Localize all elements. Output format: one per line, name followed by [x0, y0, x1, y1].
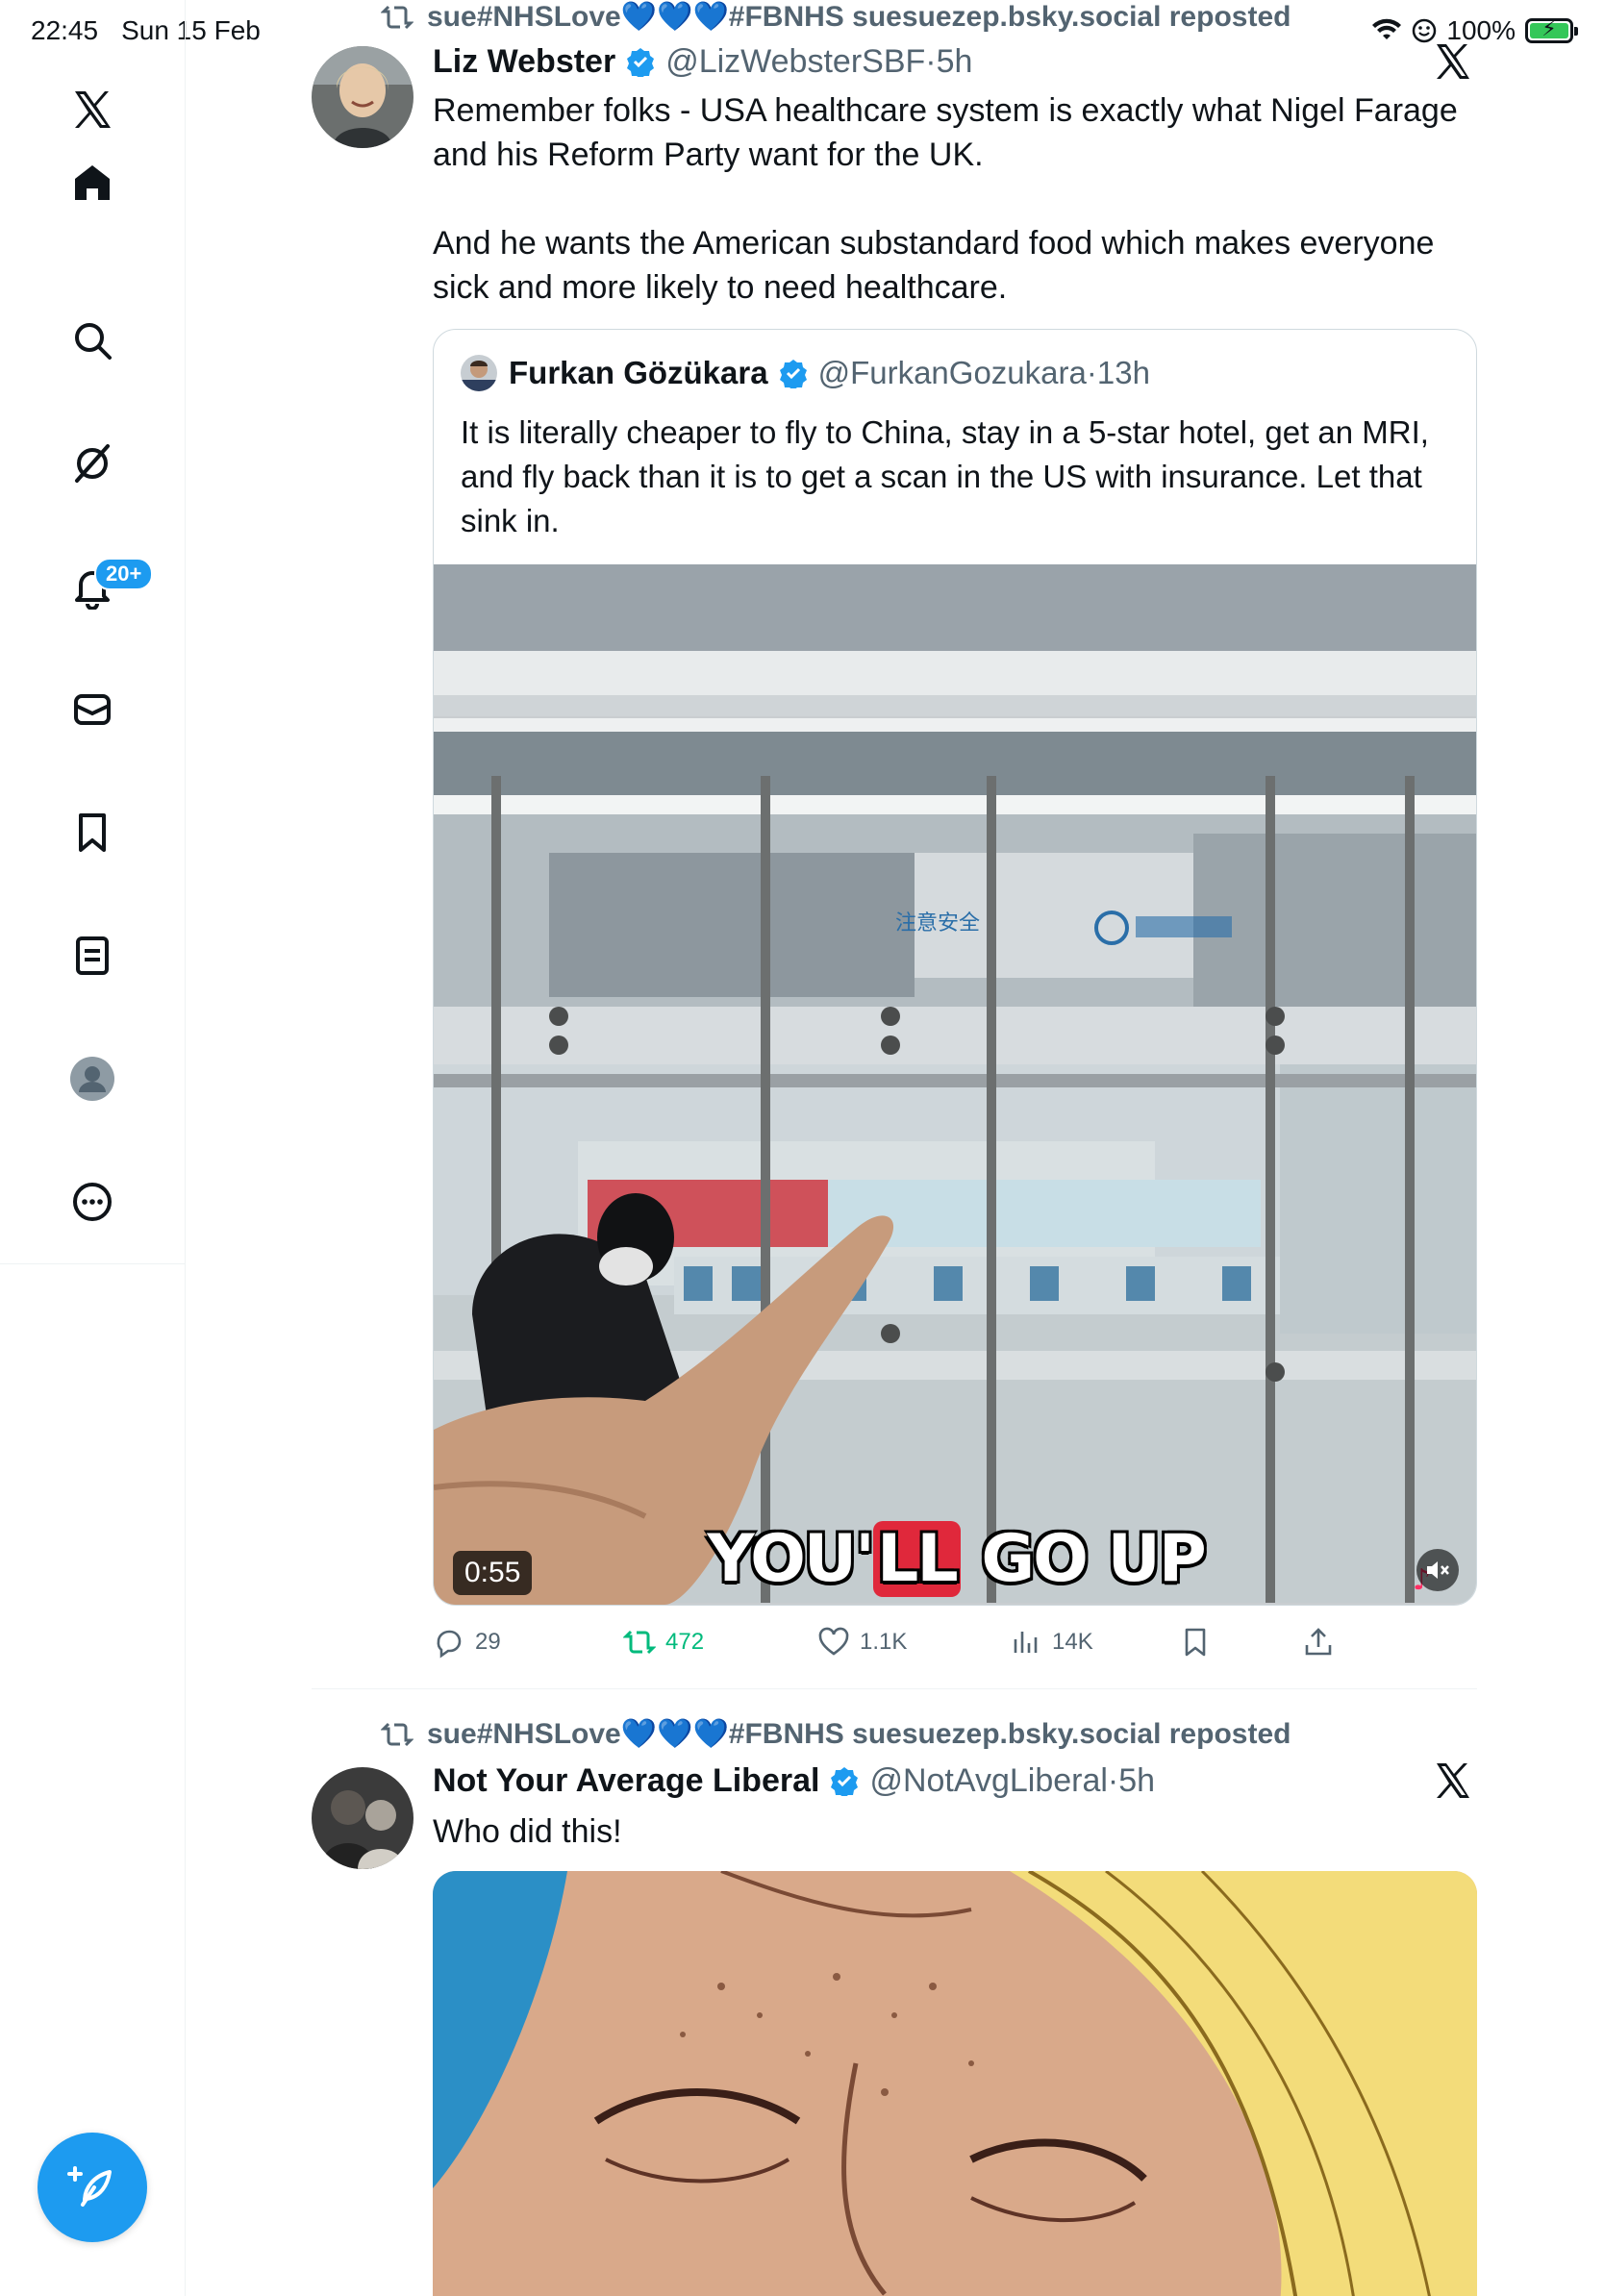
separator-dot: · [1086, 355, 1097, 390]
video-caption: YOU'LL GO UP [707, 1521, 1207, 1597]
heart-icon [818, 1627, 849, 1656]
compose-post-button[interactable] [38, 2133, 147, 2242]
volume-muted-icon [1427, 1561, 1449, 1579]
quote-avatar[interactable] [461, 355, 497, 391]
wifi-icon [1372, 18, 1402, 39]
notification-badge: 20+ [94, 558, 154, 590]
video-duration: 0:55 [453, 1551, 533, 1595]
x-source-icon [1437, 1763, 1469, 1798]
bookmark-icon [79, 813, 106, 852]
sidebar-item-more[interactable] [54, 1163, 131, 1240]
repost-icon [623, 1630, 656, 1655]
sidebar: 20+ [0, 0, 186, 2296]
views-button[interactable]: 14K [1010, 1626, 1093, 1659]
reply-count: 29 [475, 1629, 501, 1655]
analytics-icon [1014, 1632, 1038, 1653]
x-source-icon [1437, 44, 1469, 79]
sidebar-divider [0, 1263, 186, 1264]
like-count: 1.1K [860, 1629, 908, 1655]
battery-icon [1525, 16, 1578, 43]
post-text: Who did this! [433, 1813, 622, 1850]
repost-text: sue#NHSLove💙💙💙#FBNHS suesuezep.bsky.soci… [427, 1718, 1291, 1750]
post-divider [312, 1688, 1477, 1689]
author-handle[interactable]: @NotAvgLiberal [869, 1762, 1107, 1800]
compose-feather-icon [67, 2166, 112, 2207]
sidebar-item-grok[interactable] [54, 425, 131, 502]
post-time[interactable]: 5h [1118, 1762, 1155, 1800]
verified-badge-icon [779, 360, 807, 388]
quoted-post[interactable]: Furkan Gözükara @FurkanGozukara · 13h It… [433, 329, 1477, 1606]
bookmark-icon [1185, 1628, 1206, 1657]
more-circle-icon [73, 1183, 112, 1221]
sidebar-item-explore[interactable] [54, 302, 131, 379]
mute-button[interactable] [1416, 1549, 1459, 1591]
repost-context: sue#NHSLove💙💙💙#FBNHS suesuezep.bsky.soci… [381, 0, 1291, 34]
author-name[interactable]: Liz Webster [433, 43, 615, 81]
quote-header: Furkan Gözükara @FurkanGozukara · 13h [461, 355, 1150, 391]
comic-face-image [433, 1871, 1477, 2296]
post-body: Remember folks - USA healthcare system i… [433, 92, 1458, 306]
repost-text: sue#NHSLove💙💙💙#FBNHS suesuezep.bsky.soci… [427, 1, 1291, 33]
video-frame: 注意安全 [434, 564, 1476, 1605]
separator-dot: · [1107, 1761, 1119, 1799]
sidebar-item-bookmarks[interactable] [54, 794, 131, 871]
profile-avatar-icon [70, 1057, 114, 1101]
quote-author-handle[interactable]: @FurkanGozukara [818, 355, 1087, 391]
share-button[interactable] [1302, 1626, 1335, 1659]
view-count: 14K [1052, 1629, 1093, 1655]
repost-button[interactable]: 472 [623, 1626, 704, 1659]
post-text: Remember folks - USA healthcare system i… [433, 88, 1481, 310]
sidebar-item-home[interactable] [54, 165, 131, 260]
post-time[interactable]: 5h [937, 43, 973, 81]
x-logo-icon[interactable] [54, 71, 131, 148]
share-icon [1305, 1628, 1332, 1656]
reply-icon [437, 1630, 462, 1659]
reply-button[interactable]: 29 [433, 1626, 501, 1659]
svg-text:注意安全: 注意安全 [895, 911, 980, 936]
like-button[interactable]: 1.1K [817, 1626, 907, 1659]
separator-dot: · [925, 42, 937, 80]
video-player[interactable]: 注意安全 YOU'LL GO UP 0:55 [434, 564, 1476, 1605]
home-icon [75, 165, 110, 200]
post-header: Not Your Average Liberal @NotAvgLiberal … [433, 1759, 1155, 1802]
post-header: Liz Webster @LizWebsterSBF · 5h [433, 40, 972, 83]
quote-author-name[interactable]: Furkan Gözükara [509, 355, 768, 391]
repost-icon [381, 5, 414, 29]
verified-badge-icon [831, 1767, 859, 1796]
repost-icon [381, 1722, 414, 1746]
avatar[interactable] [312, 1767, 414, 1869]
repost-count: 472 [665, 1629, 705, 1655]
mail-icon [74, 694, 111, 725]
sidebar-item-lists[interactable] [54, 917, 131, 994]
sidebar-item-profile[interactable] [54, 1040, 131, 1117]
quote-text: It is literally cheaper to fly to China,… [461, 414, 1429, 538]
post-image[interactable] [433, 1871, 1477, 2296]
sidebar-item-messages[interactable] [54, 671, 131, 748]
quote-time[interactable]: 13h [1097, 355, 1150, 391]
search-icon [75, 323, 112, 360]
grok-icon [75, 444, 110, 483]
post-actions: 29 472 1.1K 14K [433, 1625, 1481, 1660]
bookmark-button[interactable] [1179, 1626, 1212, 1659]
avatar[interactable] [312, 46, 414, 148]
author-handle[interactable]: @LizWebsterSBF [665, 43, 925, 81]
repost-context: sue#NHSLove💙💙💙#FBNHS suesuezep.bsky.soci… [381, 1717, 1291, 1751]
author-name[interactable]: Not Your Average Liberal [433, 1762, 819, 1800]
sidebar-item-notifications[interactable]: 20+ [54, 548, 154, 625]
verified-badge-icon [627, 48, 655, 77]
list-icon [76, 936, 109, 975]
